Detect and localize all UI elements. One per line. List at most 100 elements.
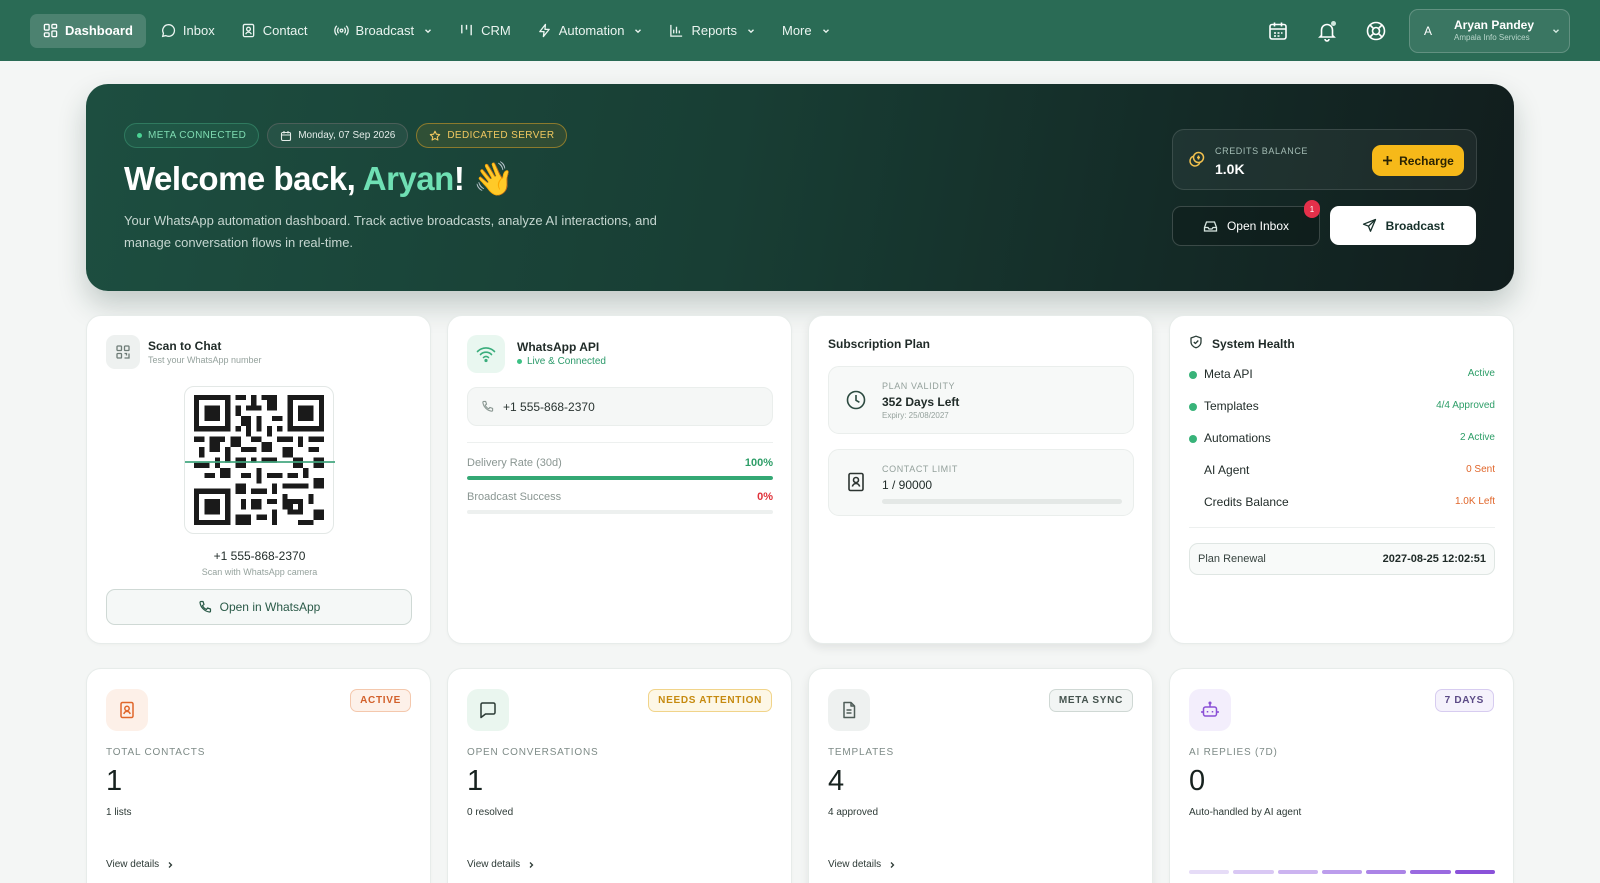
scan-line (185, 461, 335, 463)
health-row-automations: Automations 2 Active (1189, 431, 1495, 447)
notification-dot (1331, 20, 1336, 26)
nav-more-label: More (781, 23, 812, 38)
plus-icon (1383, 156, 1393, 165)
view-details-link[interactable]: View details (467, 859, 535, 870)
view-details-link[interactable]: View details (828, 859, 896, 870)
plan-validity-box: PLAN VALIDITY 352 Days Left Expiry: 25/0… (828, 366, 1134, 434)
open-inbox-button[interactable]: Open Inbox (1172, 206, 1320, 246)
recharge-label: Recharge (1399, 153, 1454, 168)
nav-reports[interactable]: Reports (658, 14, 767, 48)
coins-icon (1189, 151, 1205, 167)
dedicated-server-badge: DEDICATED SERVER (416, 123, 568, 148)
kanban-icon (461, 24, 472, 36)
contact-card-icon (242, 23, 255, 38)
view-details-link[interactable]: View details (106, 859, 174, 870)
user-menu[interactable]: A Aryan Pandey Ampala Info Services (1409, 8, 1570, 53)
stat-card-total-contacts[interactable]: ACTIVE TOTAL CONTACTS 1 1 lists View det… (86, 668, 431, 883)
activity-bar (1410, 870, 1451, 874)
nav-broadcast-label: Broadcast (355, 23, 415, 38)
broadcast-icon (333, 25, 349, 36)
chevron-down-icon (747, 28, 754, 33)
nav-more[interactable]: More (771, 14, 842, 48)
help-button[interactable] (1357, 12, 1395, 50)
inbox-count-badge: 1 (1304, 200, 1320, 218)
view-details-label: View details (467, 859, 521, 870)
whatsapp-api-card: WhatsApp API Live & Connected +1 555-868… (447, 315, 792, 644)
stat-label: OPEN CONVERSATIONS (467, 747, 599, 758)
hero-badges: META CONNECTED Monday, 07 Sep 2026 DEDIC… (124, 123, 568, 148)
nav-crm-label: CRM (481, 23, 511, 38)
chevron-down-icon (822, 28, 829, 33)
chevron-right-icon (529, 861, 534, 868)
activity-bar (1454, 870, 1495, 874)
qr-phone-number: +1 555-868-2370 (213, 549, 306, 563)
star-icon (430, 130, 441, 141)
stat-label: TEMPLATES (828, 747, 894, 758)
nav-broadcast[interactable]: Broadcast (323, 14, 445, 48)
delivery-rate-row: Delivery Rate (30d) 100% (467, 457, 773, 469)
grid-icon (43, 23, 58, 38)
system-health-title: System Health (1212, 337, 1295, 351)
clock-icon (846, 390, 866, 410)
notifications-button[interactable] (1308, 12, 1346, 50)
chevron-down-icon (1553, 28, 1559, 33)
activity-bar (1321, 870, 1363, 874)
divider (467, 442, 773, 443)
health-item-value: 1.0K Left (1454, 496, 1495, 507)
stat-value: 0 (1189, 765, 1206, 797)
hero-description: Your WhatsApp automation dashboard. Trac… (124, 213, 657, 250)
health-item-name: Templates (1204, 399, 1259, 413)
open-in-whatsapp-button[interactable]: Open in WhatsApp (106, 589, 412, 625)
health-row-ai-agent: AI Agent 0 Sent (1189, 463, 1495, 479)
stat-card-ai-replies[interactable]: 7 DAYS AI REPLIES (7D) 0 Auto-handled by… (1169, 668, 1514, 883)
credits-value: 1.0K (1215, 161, 1245, 177)
system-health-card: System Health Meta API Active Templates … (1169, 315, 1514, 644)
inbox-tray-icon (1203, 220, 1218, 232)
connection-status-label: Live & Connected (527, 356, 606, 367)
health-item-name: Automations (1204, 431, 1271, 445)
calendar-button[interactable] (1259, 12, 1297, 50)
chevron-right-icon (890, 861, 895, 868)
phone-icon (199, 600, 211, 613)
contact-book-icon (120, 701, 134, 719)
welcome-hero: META CONNECTED Monday, 07 Sep 2026 DEDIC… (86, 84, 1514, 291)
subscription-plan-card: Subscription Plan PLAN VALIDITY 352 Days… (808, 315, 1153, 644)
health-row-meta-api: Meta API Active (1189, 367, 1495, 383)
stat-card-templates[interactable]: META SYNC TEMPLATES 4 4 approved View de… (808, 668, 1153, 883)
scan-to-chat-card: Scan to Chat Test your WhatsApp number +… (86, 315, 431, 644)
open-inbox-label: Open Inbox (1226, 219, 1290, 233)
nav-dashboard[interactable]: Dashboard (30, 13, 146, 48)
contact-limit-label: CONTACT LIMIT (882, 464, 958, 474)
stat-card-open-conversations[interactable]: NEEDS ATTENTION OPEN CONVERSATIONS 1 0 r… (447, 668, 792, 883)
qr-code[interactable] (184, 386, 335, 534)
status-dot (1189, 371, 1197, 379)
ai-activity-bars (1189, 870, 1495, 874)
status-dot (1189, 403, 1197, 411)
ai-icon-box (1189, 689, 1231, 731)
health-item-value: Active (1467, 368, 1495, 379)
broadcast-success-bar (467, 510, 773, 514)
lightning-icon (538, 23, 550, 38)
top-nav: Dashboard Inbox Contact Broadcast CRM Au… (0, 0, 1600, 61)
broadcast-button[interactable]: Broadcast (1330, 206, 1476, 245)
chevron-down-icon (635, 28, 642, 33)
subscription-title: Subscription Plan (828, 337, 931, 351)
recharge-button[interactable]: Recharge (1372, 145, 1464, 176)
nav-contact[interactable]: Contact (230, 14, 319, 48)
qr-icon-box (106, 335, 140, 369)
nav-automation[interactable]: Automation (526, 14, 655, 48)
qr-hint: Scan with WhatsApp camera (201, 567, 318, 577)
robot-icon (1201, 701, 1219, 717)
health-item-value: 2 Active (1459, 432, 1495, 443)
templates-icon-box (828, 689, 870, 731)
plan-renewal-value: 2027-08-25 12:02:51 (1382, 553, 1486, 565)
meta-connected-badge: META CONNECTED (124, 123, 260, 148)
plan-validity-label: PLAN VALIDITY (882, 381, 956, 391)
wifi-icon (476, 347, 496, 363)
nav-crm[interactable]: CRM (448, 14, 522, 48)
stat-value: 1 (467, 765, 484, 797)
nav-inbox[interactable]: Inbox (150, 14, 226, 48)
contact-limit-value: 1 / 90000 (882, 478, 933, 492)
shield-check-icon (1190, 335, 1202, 349)
stat-value: 1 (106, 765, 123, 797)
